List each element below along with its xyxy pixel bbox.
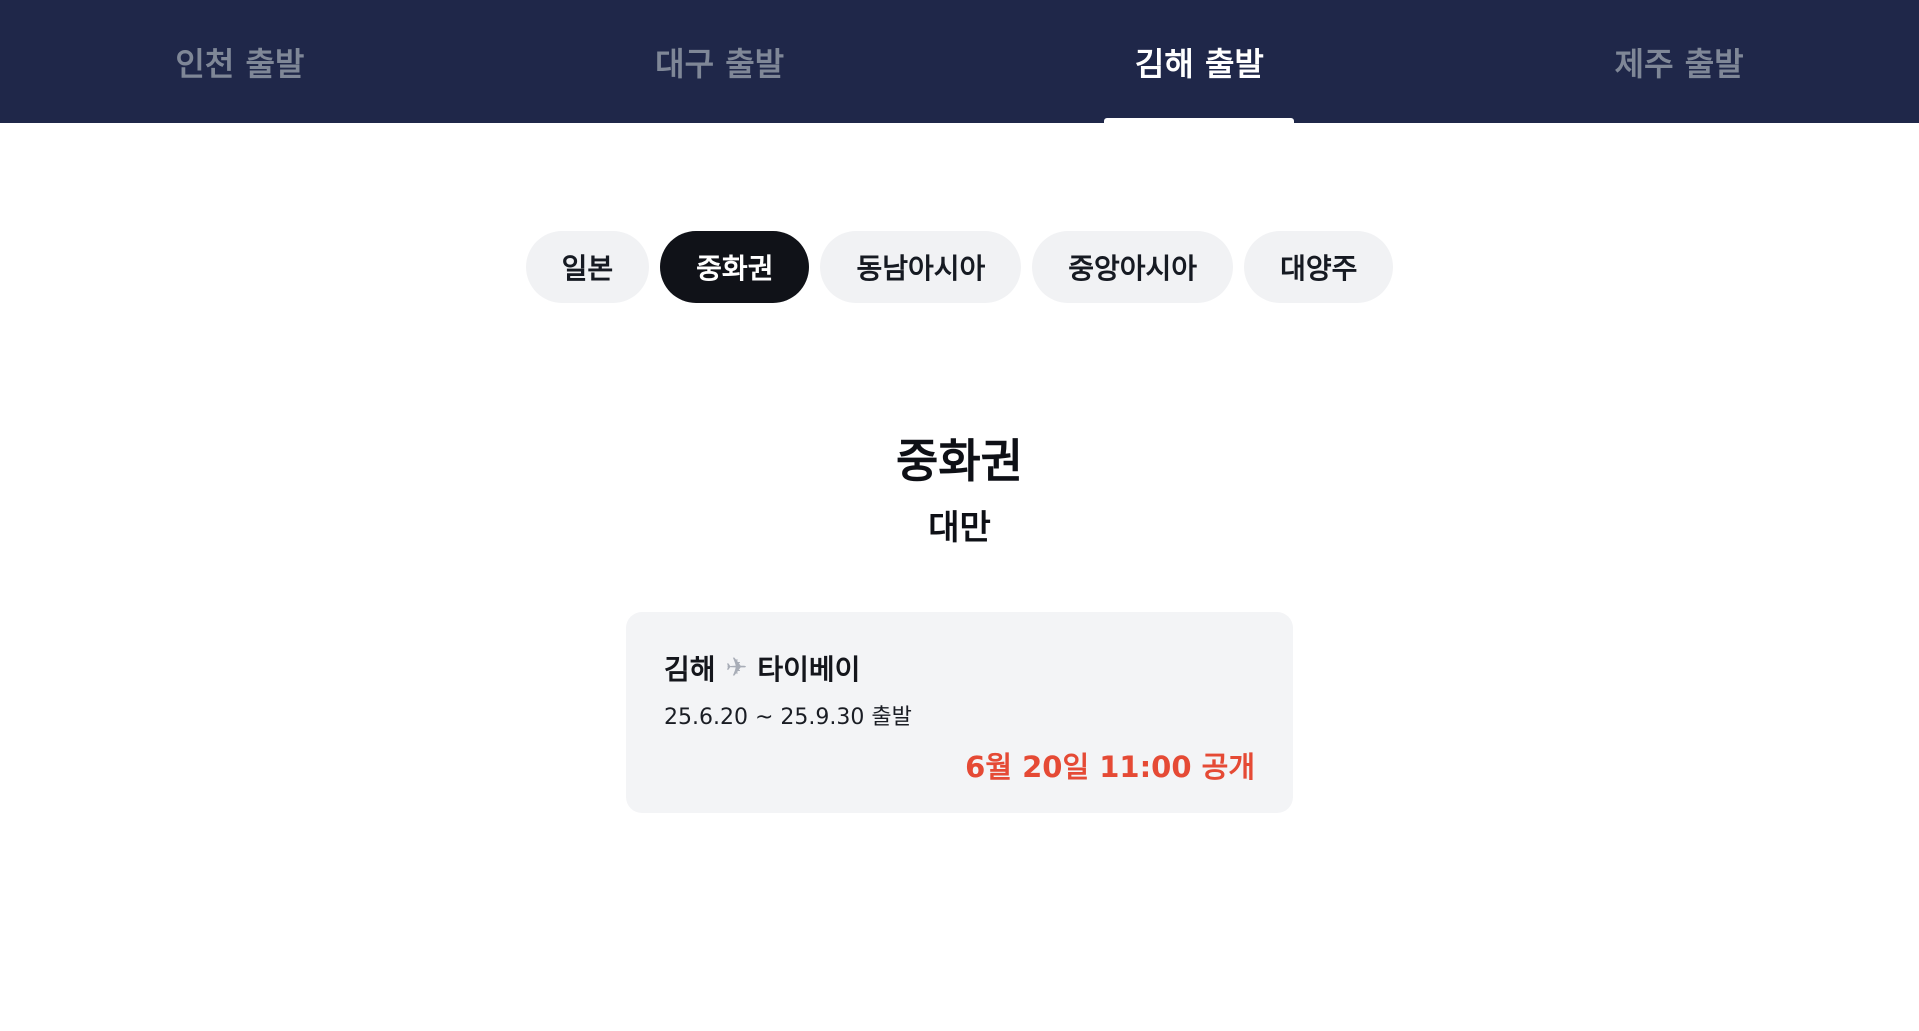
region-filter-chips: 일본 중화권 동남아시아 중앙아시아 대양주 bbox=[0, 231, 1919, 303]
active-tab-indicator bbox=[1104, 118, 1295, 123]
section-title: 중화권 bbox=[896, 434, 1023, 488]
tab-jeju-departure[interactable]: 제주 출발 bbox=[1439, 0, 1919, 123]
chip-central-asia[interactable]: 중앙아시아 bbox=[1032, 231, 1234, 303]
chip-southeast-asia[interactable]: 동남아시아 bbox=[820, 231, 1022, 303]
tab-label: 인천 출발 bbox=[175, 44, 305, 83]
fare-card[interactable]: 김해 ✈ 타이베이 25.6.20 ~ 25.9.30 출발 6월 20일 11… bbox=[626, 612, 1293, 813]
tab-gimhae-departure[interactable]: 김해 출발 bbox=[960, 0, 1440, 123]
route: 김해 ✈ 타이베이 bbox=[664, 648, 860, 688]
tab-daegu-departure[interactable]: 대구 출발 bbox=[480, 0, 960, 123]
route-destination: 타이베이 bbox=[757, 653, 861, 686]
route-origin: 김해 bbox=[664, 653, 716, 686]
open-time-badge: 6월 20일 11:00 공개 bbox=[965, 750, 1255, 784]
departure-tab-bar: 인천 출발 대구 출발 김해 출발 제주 출발 bbox=[0, 0, 1919, 123]
tab-label: 제주 출발 bbox=[1614, 44, 1744, 83]
chip-oceania[interactable]: 대양주 bbox=[1244, 231, 1394, 303]
chip-japan[interactable]: 일본 bbox=[525, 231, 650, 303]
tab-incheon-departure[interactable]: 인천 출발 bbox=[0, 0, 480, 123]
tab-label: 대구 출발 bbox=[655, 44, 785, 83]
plane-icon: ✈ bbox=[725, 653, 748, 683]
travel-period: 25.6.20 ~ 25.9.30 출발 bbox=[664, 705, 912, 730]
tab-label: 김해 출발 bbox=[1134, 44, 1264, 83]
chip-greater-china[interactable]: 중화권 bbox=[660, 231, 810, 303]
section-subtitle: 대만 bbox=[928, 508, 991, 548]
